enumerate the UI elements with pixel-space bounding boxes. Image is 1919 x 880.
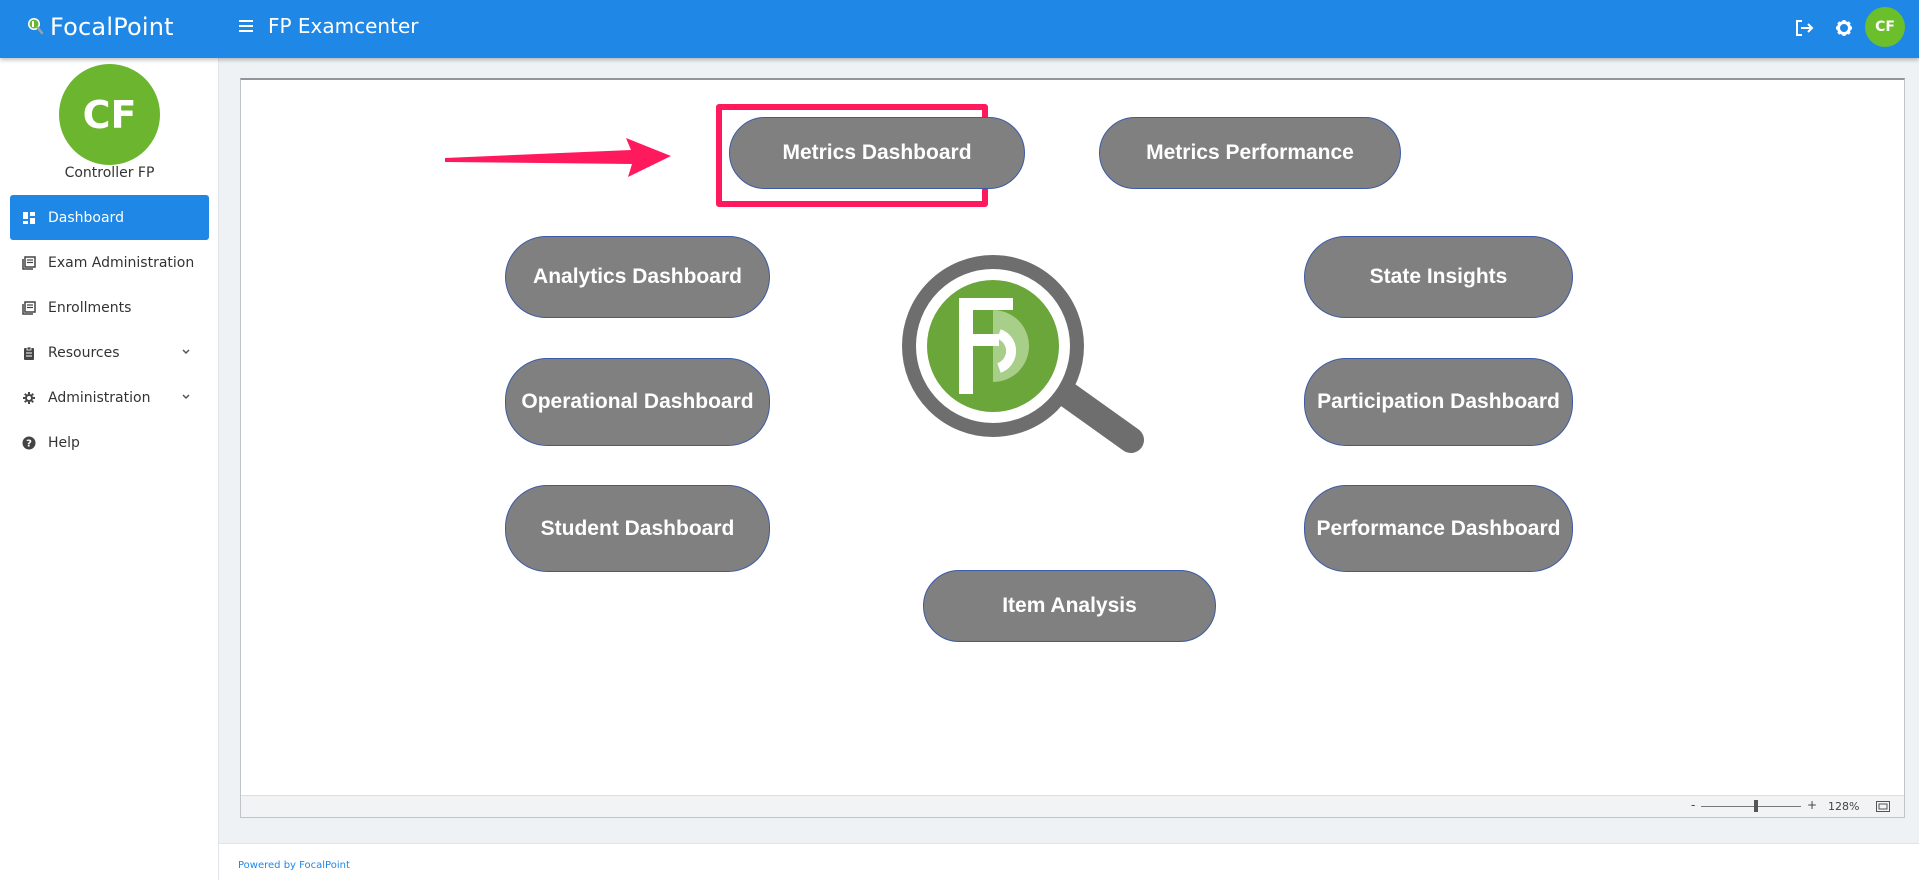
participation-dashboard-button[interactable]: Participation Dashboard	[1304, 358, 1573, 446]
logout-icon[interactable]	[1791, 15, 1817, 41]
help-icon: ?	[22, 436, 36, 449]
list-icon	[22, 300, 36, 315]
operational-dashboard-button[interactable]: Operational Dashboard	[505, 358, 770, 446]
brand-logo-icon	[28, 18, 44, 35]
brand-name: FocalPoint	[50, 13, 174, 41]
annotation-arrow-icon	[445, 138, 671, 177]
user-avatar[interactable]: CF	[1865, 7, 1905, 47]
analytics-dashboard-button[interactable]: Analytics Dashboard	[505, 236, 770, 318]
sidebar-item-exam-administration[interactable]: Exam Administration	[10, 240, 209, 285]
zoom-in-button[interactable]: +	[1807, 798, 1817, 812]
zoom-level: 128%	[1828, 800, 1860, 813]
top-bar: FocalPoint FP Examcenter CF	[0, 0, 1919, 58]
sidebar-item-label: Help	[48, 434, 80, 451]
sidebar-item-dashboard[interactable]: Dashboard	[10, 195, 209, 240]
student-dashboard-button[interactable]: Student Dashboard	[505, 485, 770, 572]
user-name: Controller FP	[64, 165, 155, 181]
dashboard-icon	[23, 211, 35, 224]
performance-dashboard-button[interactable]: Performance Dashboard	[1304, 485, 1573, 572]
sidebar-item-label: Administration	[48, 389, 151, 406]
sidebar-item-help[interactable]: ? Help	[10, 420, 209, 465]
sidebar-item-label: Exam Administration	[48, 254, 195, 271]
zoom-slider[interactable]	[1701, 806, 1801, 807]
app-title: FP Examcenter	[268, 14, 419, 38]
gear-icon	[23, 391, 35, 404]
profile-avatar: CF	[59, 64, 160, 165]
svg-text:?: ?	[26, 438, 32, 449]
sidebar-item-enrollments[interactable]: Enrollments	[10, 285, 209, 330]
chevron-down-icon	[182, 349, 190, 355]
sidebar-item-resources[interactable]: Resources	[10, 330, 209, 375]
sidebar-item-administration[interactable]: Administration	[10, 375, 209, 420]
focalpoint-magnifier-logo-icon	[902, 255, 1144, 453]
zoom-statusbar: - + 128%	[241, 795, 1904, 817]
clipboard-icon	[24, 346, 34, 360]
menu-icon[interactable]	[237, 17, 255, 37]
settings-gear-icon[interactable]	[1831, 15, 1857, 41]
footer: Powered by FocalPoint	[219, 843, 1919, 880]
sidebar-nav: Dashboard Exam Administration Enrollment…	[10, 195, 209, 465]
fit-to-page-icon[interactable]	[1876, 801, 1890, 812]
zoom-slider-handle[interactable]	[1754, 800, 1758, 812]
sidebar-item-label: Resources	[48, 344, 120, 361]
chevron-down-icon	[182, 394, 190, 400]
metrics-dashboard-button[interactable]: Metrics Dashboard	[729, 117, 1025, 189]
sidebar-item-label: Enrollments	[48, 299, 132, 316]
brand[interactable]: FocalPoint	[27, 11, 174, 43]
sidebar: CF Controller FP Dashboard Exam Administ…	[0, 58, 219, 880]
sidebar-item-label: Dashboard	[48, 209, 124, 226]
zoom-out-button[interactable]: -	[1691, 798, 1695, 812]
metrics-performance-button[interactable]: Metrics Performance	[1099, 117, 1401, 189]
list-icon	[22, 255, 36, 270]
state-insights-button[interactable]: State Insights	[1304, 236, 1573, 318]
powered-by-link[interactable]: Powered by FocalPoint	[238, 860, 350, 871]
dashboard-panel: Metrics Dashboard Metrics Performance An…	[240, 78, 1905, 818]
item-analysis-button[interactable]: Item Analysis	[923, 570, 1216, 642]
